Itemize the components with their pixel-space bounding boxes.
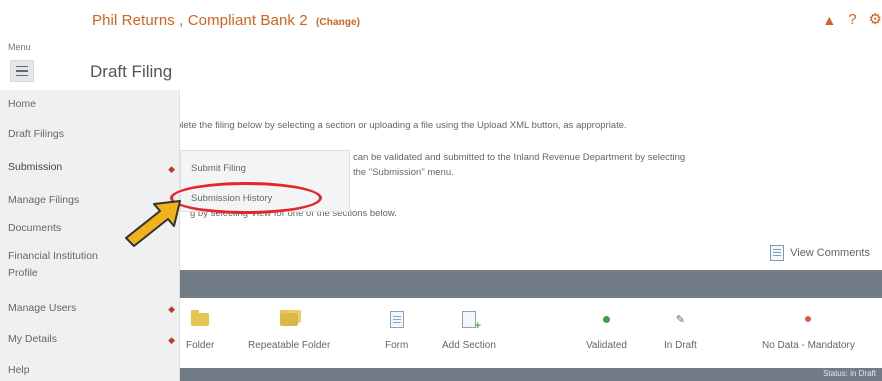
menu-label: Menu [8,42,31,52]
legend-folder: Folder [186,308,214,351]
submenu-arrow-icon: ◆ [168,164,175,174]
user-icon[interactable]: ▲ [822,11,836,29]
help-icon[interactable]: ? [848,11,856,29]
legend-label: Repeatable Folder [248,340,331,351]
menu-item-manage-users[interactable]: Manage Users [8,302,76,314]
instruction-line-1: plete the filing below by selecting a se… [176,120,627,131]
highlight-ellipse [170,182,322,214]
app-title: Phil Returns , Compliant Bank 2 (Change) [92,12,360,29]
comments-document-icon [770,245,785,261]
legend-label: Add Section [442,340,496,351]
page: Phil Returns , Compliant Bank 2 (Change)… [0,0,882,381]
menu-item-help[interactable]: Help [8,364,30,376]
view-comments-link[interactable]: View Comments [770,245,870,261]
menu-item-manage-filings[interactable]: Manage Filings [8,194,79,206]
repeatable-folder-icon [280,309,299,326]
menu-item-submission[interactable]: Submission [8,161,62,173]
add-section-icon [461,310,481,332]
legend-add-section: Add Section [442,308,496,351]
menu-item-home[interactable]: Home [8,98,36,110]
hamburger-line [16,65,28,68]
menu-item-financial-institution[interactable]: Financial Institution [8,250,98,262]
change-link[interactable]: (Change) [316,17,360,28]
submenu-item-submit-filing[interactable]: Submit Filing [191,163,246,174]
mandatory-dot-icon [805,316,812,322]
page-title: Draft Filing [90,62,173,81]
hamburger-menu-button[interactable] [10,60,34,82]
pencil-icon: ✎ [675,313,685,326]
app-title-text: Phil Returns , Compliant Bank 2 [92,12,308,29]
submenu-arrow-icon: ◆ [168,304,175,314]
hamburger-line [16,70,28,72]
validated-dot-icon [602,315,610,323]
submenu-arrow-icon: ◆ [168,335,175,345]
header-icons: ▲ ? ⚙ [822,11,882,29]
menu-item-draft-filings[interactable]: Draft Filings [8,128,64,140]
legend-label: Validated [586,340,627,351]
hamburger-line [16,74,28,77]
legend-label: In Draft [664,340,697,351]
pointer-arrow-icon [125,200,181,247]
menu-item-my-details[interactable]: My Details [8,333,57,345]
menu-item-documents[interactable]: Documents [8,222,61,234]
settings-icon[interactable]: ⚙ [869,11,882,29]
folder-icon [191,309,210,326]
legend-label: No Data - Mandatory [762,340,855,351]
legend-mandatory: No Data - Mandatory [762,308,855,351]
legend-label: Form [385,340,409,351]
legend-in-draft: ✎ In Draft [664,308,697,352]
legend-form: Form [385,308,408,351]
instruction-line-3: the "Submission" menu. [353,167,454,178]
legend-repeatable-folder: Repeatable Folder [248,308,330,351]
bottom-bar-label: Status: in Draft [823,369,876,378]
instruction-line-2: can be validated and submitted to the In… [353,152,686,163]
legend-validated: Validated [586,308,627,351]
menu-item-profile[interactable]: Profile [8,267,38,279]
view-comments-label: View Comments [790,247,870,259]
form-icon [389,310,404,328]
legend-label: Folder [186,340,215,351]
